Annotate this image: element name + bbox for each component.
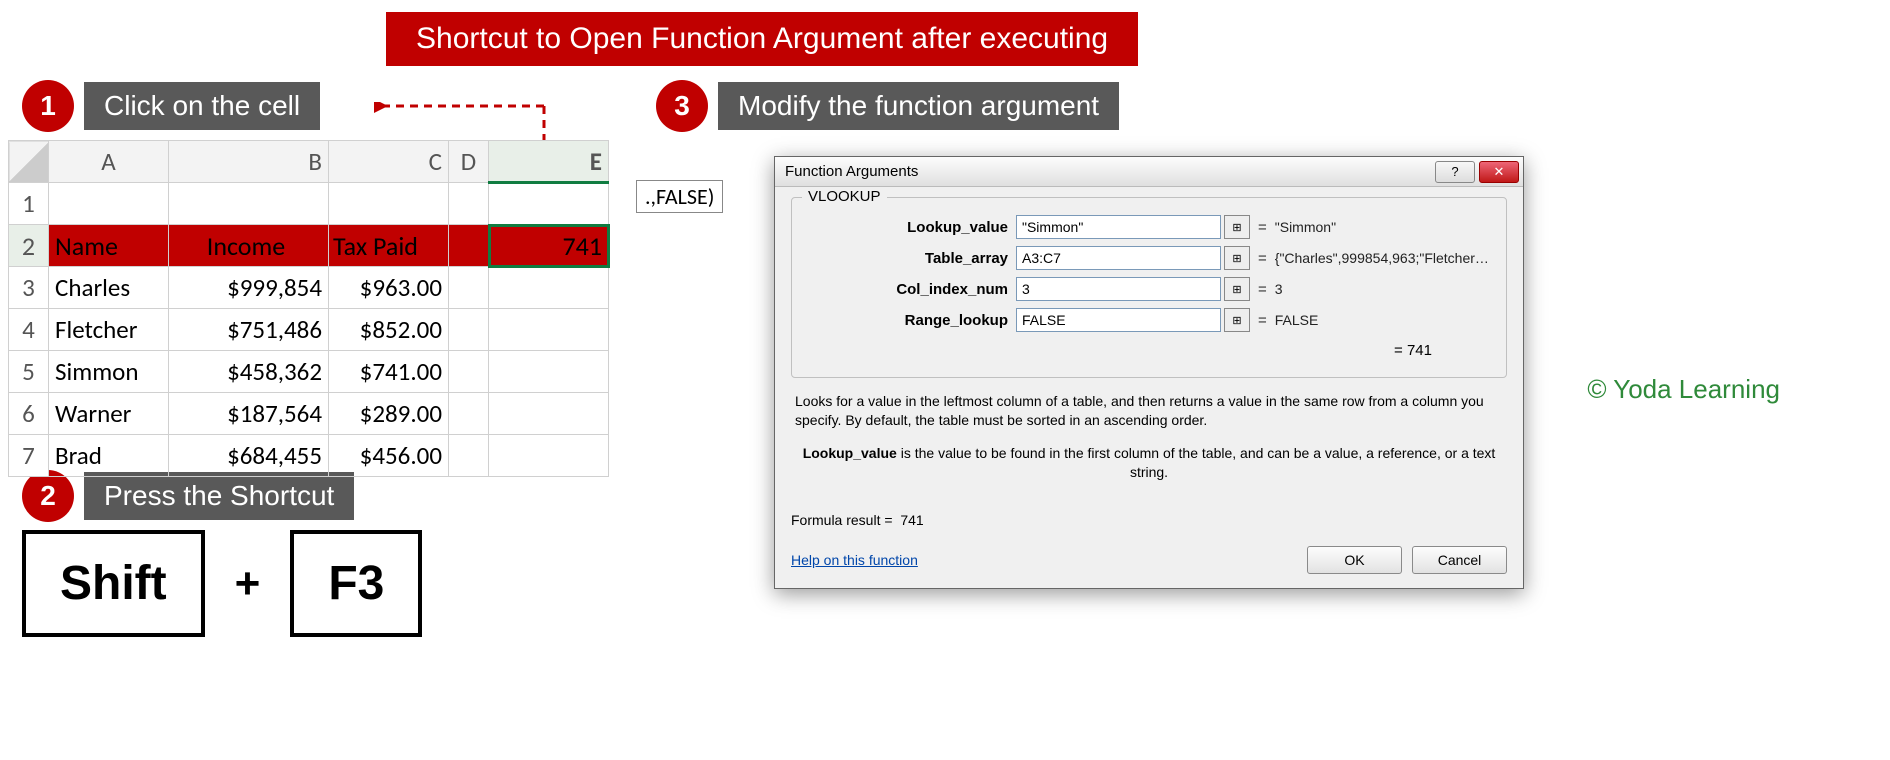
ok-button[interactable]: OK (1307, 546, 1402, 574)
cell[interactable]: $187,564 (169, 393, 329, 435)
header-name[interactable]: Name (49, 225, 169, 267)
table-row: 5 Simmon $458,362 $741.00 (9, 351, 609, 393)
step-badge: 2 (22, 470, 74, 522)
key-f3: F3 (290, 530, 422, 637)
arg-row-table-array: Table_array ⊞ = {"Charles",999854,963;"F… (806, 246, 1492, 270)
close-icon[interactable]: ✕ (1479, 161, 1519, 183)
collapse-dialog-icon[interactable]: ⊞ (1224, 246, 1250, 270)
arg-result: "Simmon" (1275, 219, 1492, 235)
step-label: Modify the function argument (718, 82, 1119, 130)
arg-desc-text: is the value to be found in the first co… (897, 445, 1495, 480)
vlookup-fieldset: VLOOKUP Lookup_value ⊞ = "Simmon" Table_… (791, 197, 1507, 378)
cell[interactable]: Simmon (49, 351, 169, 393)
range-lookup-input[interactable] (1016, 308, 1221, 332)
cell[interactable]: Warner (49, 393, 169, 435)
cell[interactable]: $852.00 (329, 309, 449, 351)
cell[interactable]: $289.00 (329, 393, 449, 435)
formula-tooltip: .,FALSE) (636, 180, 723, 213)
cell[interactable]: $741.00 (329, 351, 449, 393)
step-badge: 1 (22, 80, 74, 132)
row-header[interactable]: 1 (9, 183, 49, 225)
cell[interactable]: Fletcher (49, 309, 169, 351)
row-header[interactable]: 2 (9, 225, 49, 267)
arg-row-lookup-value: Lookup_value ⊞ = "Simmon" (806, 215, 1492, 239)
row-header[interactable]: 3 (9, 267, 49, 309)
row-header[interactable]: 7 (9, 435, 49, 477)
collapse-dialog-icon[interactable]: ⊞ (1224, 215, 1250, 239)
select-all-corner[interactable] (9, 141, 49, 183)
arg-result: 3 (1275, 281, 1492, 297)
arg-label: Range_lookup (806, 312, 1016, 329)
step-3: 3 Modify the function argument (656, 80, 1119, 132)
table-row: 4 Fletcher $751,486 $852.00 (9, 309, 609, 351)
equals-sign: = (1258, 250, 1267, 267)
help-icon[interactable]: ? (1435, 161, 1475, 183)
argument-description: Lookup_value is the value to be found in… (795, 444, 1503, 482)
col-header-e[interactable]: E (489, 141, 609, 183)
cell[interactable]: $458,362 (169, 351, 329, 393)
col-index-input[interactable] (1016, 277, 1221, 301)
table-array-input[interactable] (1016, 246, 1221, 270)
cell[interactable]: Charles (49, 267, 169, 309)
table-row: 3 Charles $999,854 $963.00 (9, 267, 609, 309)
function-description: Looks for a value in the leftmost column… (795, 392, 1503, 430)
arg-label: Table_array (806, 250, 1016, 267)
cancel-button[interactable]: Cancel (1412, 546, 1507, 574)
row-header[interactable]: 4 (9, 309, 49, 351)
arg-label: Lookup_value (806, 219, 1016, 236)
cell[interactable]: $751,486 (169, 309, 329, 351)
lookup-value-input[interactable] (1016, 215, 1221, 239)
table-header-row: 2 Name Income Tax Paid 741 (9, 225, 609, 267)
cell[interactable]: $963.00 (329, 267, 449, 309)
collapse-dialog-icon[interactable]: ⊞ (1224, 277, 1250, 301)
arg-result: {"Charles",999854,963;"Fletcher",751... (1275, 250, 1492, 266)
step-label: Click on the cell (84, 82, 320, 130)
header-income[interactable]: Income (169, 225, 329, 267)
spreadsheet[interactable]: A B C D E 1 2 Name Income Tax Paid 741 3… (8, 140, 609, 477)
function-name: VLOOKUP (802, 188, 887, 205)
cell[interactable]: $456.00 (329, 435, 449, 477)
col-header-a[interactable]: A (49, 141, 169, 183)
dialog-title: Function Arguments (785, 163, 1435, 180)
row-header[interactable]: 5 (9, 351, 49, 393)
watermark: © Yoda Learning (1587, 374, 1780, 405)
col-header-b[interactable]: B (169, 141, 329, 183)
arg-row-col-index: Col_index_num ⊞ = 3 (806, 277, 1492, 301)
page-title: Shortcut to Open Function Argument after… (386, 12, 1138, 66)
equals-sign: = (1258, 219, 1267, 236)
arg-row-range-lookup: Range_lookup ⊞ = FALSE (806, 308, 1492, 332)
function-arguments-dialog: Function Arguments ? ✕ VLOOKUP Lookup_va… (774, 156, 1524, 589)
cell[interactable]: $684,455 (169, 435, 329, 477)
step-badge: 3 (656, 80, 708, 132)
help-link[interactable]: Help on this function (791, 552, 918, 568)
shortcut-keys: Shift + F3 (22, 530, 422, 637)
step-1: 1 Click on the cell (22, 80, 320, 132)
header-taxpaid[interactable]: Tax Paid (329, 225, 449, 267)
table-row: 6 Warner $187,564 $289.00 (9, 393, 609, 435)
row-header[interactable]: 6 (9, 393, 49, 435)
plus-icon: + (235, 559, 261, 609)
arg-label: Col_index_num (806, 281, 1016, 298)
key-shift: Shift (22, 530, 205, 637)
formula-result: Formula result = 741 (791, 512, 1507, 528)
collapse-dialog-icon[interactable]: ⊞ (1224, 308, 1250, 332)
table-row: 7 Brad $684,455 $456.00 (9, 435, 609, 477)
arg-desc-label: Lookup_value (803, 445, 897, 461)
cell[interactable]: $999,854 (169, 267, 329, 309)
equals-sign: = (1258, 312, 1267, 329)
equals-sign: = (1258, 281, 1267, 298)
calc-result: = 741 (806, 342, 1492, 359)
col-header-c[interactable]: C (329, 141, 449, 183)
arg-result: FALSE (1275, 312, 1492, 328)
cell[interactable]: Brad (49, 435, 169, 477)
step-2: 2 Press the Shortcut (22, 470, 354, 522)
col-header-d[interactable]: D (449, 141, 489, 183)
dialog-titlebar[interactable]: Function Arguments ? ✕ (775, 157, 1523, 187)
step-label: Press the Shortcut (84, 472, 354, 520)
cell-e2[interactable]: 741 (489, 225, 609, 267)
